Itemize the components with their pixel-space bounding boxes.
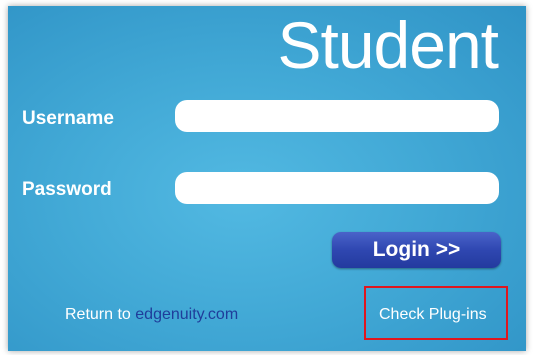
page-title: Student <box>277 8 499 82</box>
username-label: Username <box>22 108 114 129</box>
password-field[interactable] <box>175 172 499 204</box>
return-to-text: Return to edgenuity.com <box>65 306 238 324</box>
login-panel: Student Username Password Login >> Retur… <box>8 6 526 351</box>
return-to-label: Return to <box>65 306 136 323</box>
login-button[interactable]: Login >> <box>332 232 501 268</box>
check-plugins-link[interactable]: Check Plug-ins <box>379 306 487 324</box>
username-field[interactable] <box>175 100 499 132</box>
edgenuity-link[interactable]: edgenuity.com <box>135 306 238 323</box>
password-label: Password <box>22 179 112 200</box>
